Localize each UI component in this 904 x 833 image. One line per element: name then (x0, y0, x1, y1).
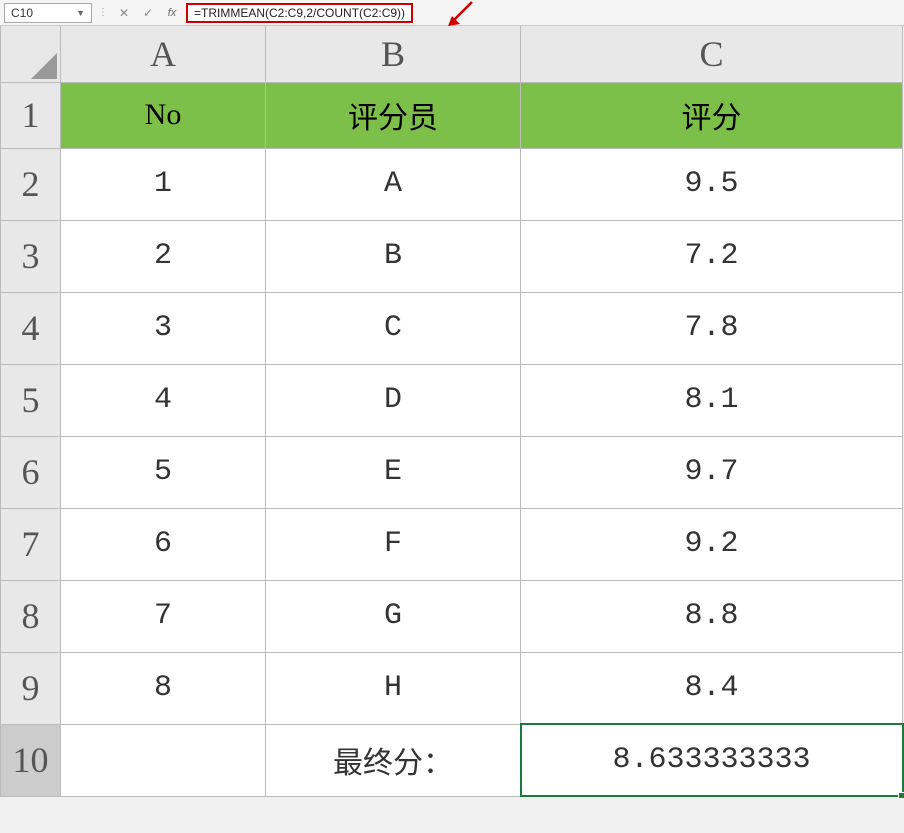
cell-C5[interactable]: 8.1 (521, 364, 903, 436)
column-header-B[interactable]: B (266, 26, 521, 82)
cell-B4[interactable]: C (266, 292, 521, 364)
name-box-dropdown-icon[interactable]: ▼ (76, 8, 85, 18)
check-icon: ✓ (143, 6, 153, 20)
table-row: 9 8 H 8.4 (1, 652, 903, 724)
cell-A2[interactable]: 1 (61, 148, 266, 220)
row-header-5[interactable]: 5 (1, 364, 61, 436)
row-header-10[interactable]: 10 (1, 724, 61, 796)
table-row: 3 2 B 7.2 (1, 220, 903, 292)
final-score: 8.633333333 (612, 743, 810, 777)
cell-B6[interactable]: E (266, 436, 521, 508)
cell-C8[interactable]: 8.8 (521, 580, 903, 652)
cell-A3[interactable]: 2 (61, 220, 266, 292)
cell-A6[interactable]: 5 (61, 436, 266, 508)
cell-B8[interactable]: G (266, 580, 521, 652)
cell-B9[interactable]: H (266, 652, 521, 724)
cell-A5[interactable]: 4 (61, 364, 266, 436)
table-row: 6 5 E 9.7 (1, 436, 903, 508)
cell-A1[interactable]: No (61, 82, 266, 148)
table-row: 8 7 G 8.8 (1, 580, 903, 652)
cell-B3[interactable]: B (266, 220, 521, 292)
insert-function-button[interactable]: fx (162, 3, 182, 23)
cancel-formula-button[interactable]: ✕ (114, 3, 134, 23)
cell-A9[interactable]: 8 (61, 652, 266, 724)
table-header-row: 1 No 评分员 评分 (1, 82, 903, 148)
cell-C3[interactable]: 7.2 (521, 220, 903, 292)
formula-text: =TRIMMEAN(C2:C9,2/COUNT(C2:C9)) (194, 6, 405, 20)
table-row: 4 3 C 7.8 (1, 292, 903, 364)
cell-B10[interactable]: 最终分： (266, 724, 521, 796)
cell-reference: C10 (11, 6, 33, 20)
corner-triangle-icon (31, 53, 57, 79)
confirm-formula-button[interactable]: ✓ (138, 3, 158, 23)
row-header-3[interactable]: 3 (1, 220, 61, 292)
row-header-9[interactable]: 9 (1, 652, 61, 724)
separator: ⋮ (96, 7, 110, 18)
column-headers: A B C (1, 26, 903, 82)
select-all-corner[interactable] (1, 26, 61, 82)
cell-B2[interactable]: A (266, 148, 521, 220)
cell-C9[interactable]: 8.4 (521, 652, 903, 724)
cell-C6[interactable]: 9.7 (521, 436, 903, 508)
table-row: 7 6 F 9.2 (1, 508, 903, 580)
fill-handle[interactable] (898, 792, 904, 799)
cell-B5[interactable]: D (266, 364, 521, 436)
row-header-2[interactable]: 2 (1, 148, 61, 220)
table-row: 2 1 A 9.5 (1, 148, 903, 220)
cell-A4[interactable]: 3 (61, 292, 266, 364)
formula-input[interactable]: =TRIMMEAN(C2:C9,2/COUNT(C2:C9)) (186, 3, 413, 23)
cell-A7[interactable]: 6 (61, 508, 266, 580)
cell-B1[interactable]: 评分员 (266, 82, 521, 148)
row-header-7[interactable]: 7 (1, 508, 61, 580)
cell-C7[interactable]: 9.2 (521, 508, 903, 580)
name-box[interactable]: C10 ▼ (4, 3, 92, 23)
final-row: 10 最终分： 8.633333333 (1, 724, 903, 796)
row-header-4[interactable]: 4 (1, 292, 61, 364)
row-header-1[interactable]: 1 (1, 82, 61, 148)
cell-C1[interactable]: 评分 (521, 82, 903, 148)
column-header-C[interactable]: C (521, 26, 903, 82)
cell-B7[interactable]: F (266, 508, 521, 580)
cell-C10[interactable]: 8.633333333 (521, 724, 903, 796)
table-row: 5 4 D 8.1 (1, 364, 903, 436)
cell-A8[interactable]: 7 (61, 580, 266, 652)
spreadsheet: A B C 1 No 评分员 评分 2 1 A 9.5 3 2 B 7.2 4 … (0, 26, 904, 797)
column-header-A[interactable]: A (61, 26, 266, 82)
fx-icon: fx (168, 7, 177, 19)
row-header-6[interactable]: 6 (1, 436, 61, 508)
row-header-8[interactable]: 8 (1, 580, 61, 652)
cell-A10[interactable] (61, 724, 266, 796)
cell-C2[interactable]: 9.5 (521, 148, 903, 220)
formula-bar: C10 ▼ ⋮ ✕ ✓ fx =TRIMMEAN(C2:C9,2/COUNT(C… (0, 0, 904, 26)
cell-C4[interactable]: 7.8 (521, 292, 903, 364)
cancel-icon: ✕ (119, 6, 129, 20)
